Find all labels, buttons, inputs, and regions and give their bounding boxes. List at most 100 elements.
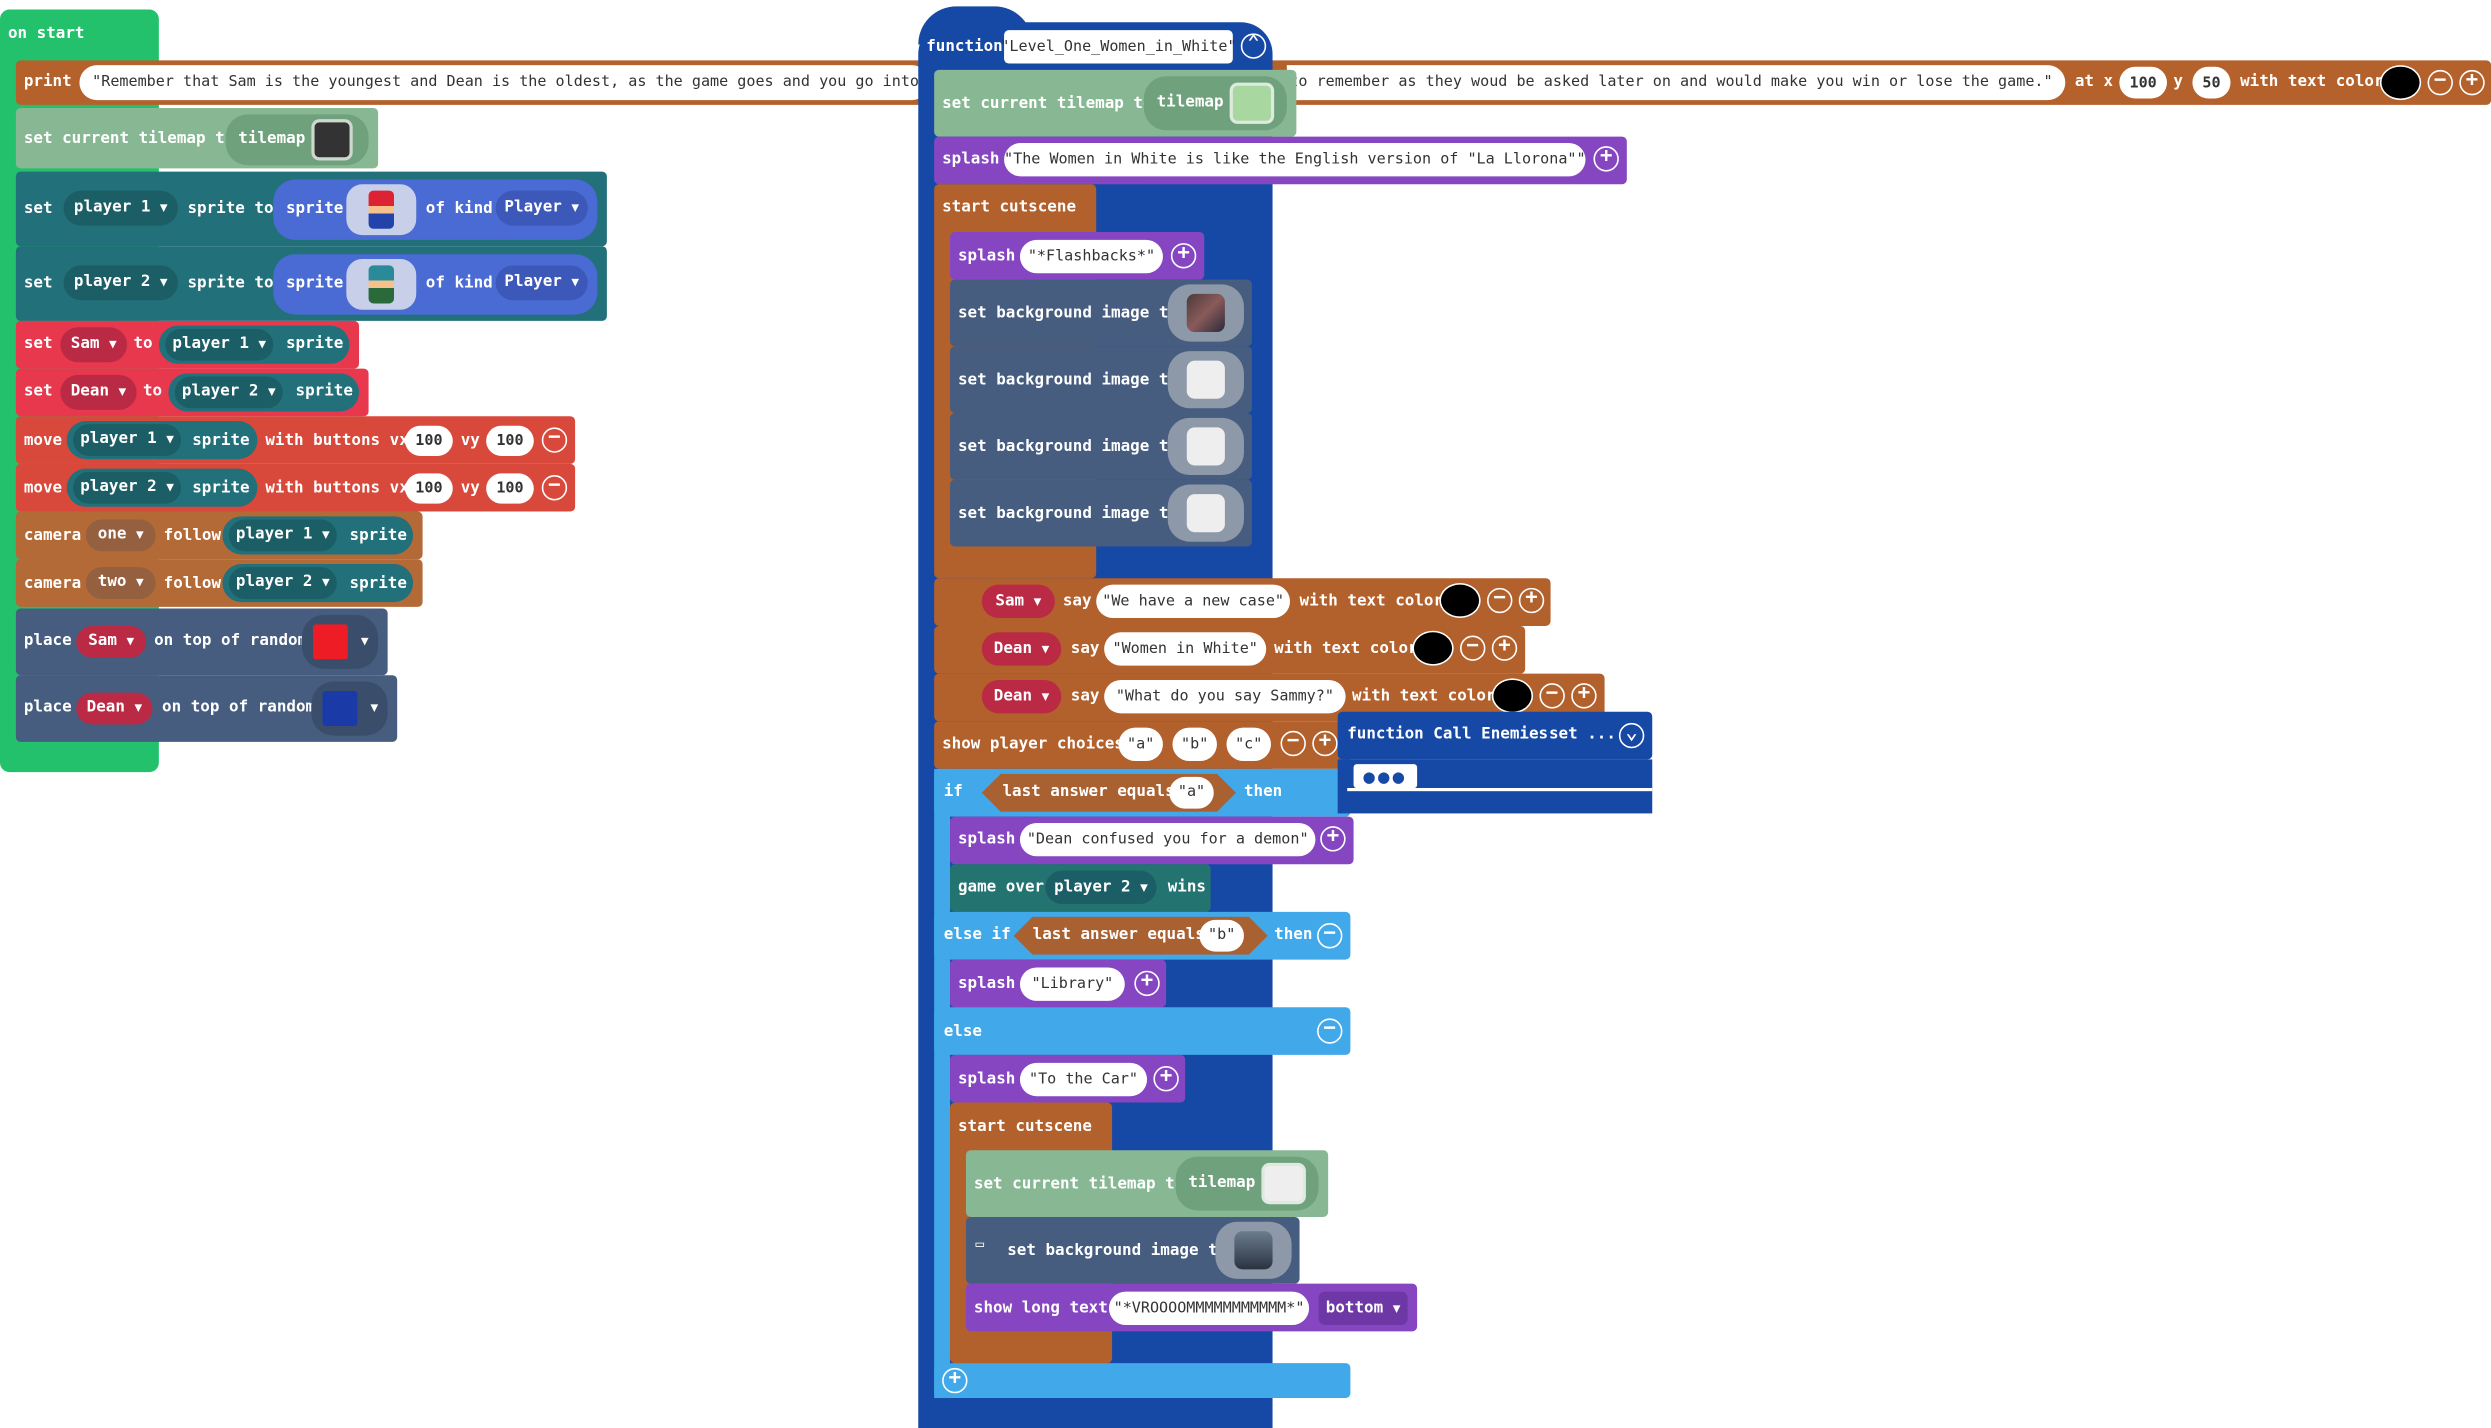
player1-var-label: player 1 (73, 198, 151, 217)
print-color-swatch[interactable] (2379, 65, 2422, 101)
choice-c-field[interactable]: "c" (1226, 727, 1271, 761)
player1-var-dropdown[interactable]: player 1 ▼ (63, 190, 178, 226)
print-keyword: print (23, 73, 72, 91)
tilemap-thumbnail[interactable] (311, 119, 353, 161)
player2-dropdown[interactable]: player 2 ▼ (1045, 870, 1157, 904)
to-label: to (133, 335, 153, 353)
dean-var-dropdown[interactable]: Dean ▼ (76, 692, 153, 725)
print-text-field-tail[interactable]: "d to remember as they woud be asked lat… (1262, 65, 2066, 101)
background-image-thumbnail (1186, 494, 1225, 533)
kind-dropdown[interactable]: Player ▼ (495, 190, 588, 226)
function-name-field[interactable]: "Level_One_Women_in_White" (1000, 30, 1237, 64)
add-param-icon[interactable]: + (1518, 588, 1545, 614)
place-keyword: place (23, 699, 72, 717)
if-block-footer[interactable] (934, 1363, 1351, 1399)
player1-sprite-thumbnail[interactable] (346, 184, 417, 236)
add-branch-icon[interactable]: + (942, 1367, 968, 1394)
dean-var-dropdown[interactable]: Dean ▼ (981, 679, 1062, 714)
else-block[interactable] (934, 1007, 1351, 1055)
kind-dropdown[interactable]: Player ▼ (495, 265, 588, 301)
splash-text-field[interactable]: "The Women in White is like the English … (1004, 142, 1586, 177)
splash-text-field[interactable]: "To the Car" (1019, 1062, 1148, 1097)
set-tilemap-label: set current tilemap to (973, 1175, 1185, 1194)
print-y-input[interactable]: 50 (2192, 66, 2231, 99)
choice-a-field[interactable]: "a" (1118, 727, 1163, 761)
say-text-field[interactable]: "We have a new case" (1096, 584, 1291, 619)
expand-icon[interactable]: ⌄ (1618, 722, 1645, 749)
collapsed-content-ellipsis[interactable]: ●●● (1353, 764, 1418, 788)
set-background-label: set background image to (1007, 1242, 1228, 1260)
player2-dropdown[interactable]: player 2 ▼ (228, 567, 337, 599)
last-answer-equals-label: last answer equals (1002, 783, 1175, 801)
answer-value-field[interactable]: "a" (1169, 776, 1214, 809)
tilemap-thumbnail[interactable] (1261, 1162, 1306, 1205)
vy-input[interactable]: 100 (486, 425, 534, 456)
splash-keyword: splash (957, 830, 1016, 849)
sam-var-dropdown[interactable]: Sam ▼ (76, 625, 147, 658)
say-label: say (1062, 592, 1092, 611)
splash-keyword: splash (957, 1070, 1016, 1089)
print-x-input[interactable]: 100 (2119, 66, 2167, 99)
say-text-field[interactable]: "What do you say Sammy?" (1104, 679, 1346, 714)
chevron-down-icon: ▼ (108, 336, 117, 352)
remove-param-icon[interactable]: − (2427, 70, 2453, 96)
collapse-icon[interactable]: ⌃ (1240, 33, 1267, 59)
remove-param-icon[interactable]: − (1487, 588, 1513, 614)
camera-two-dropdown[interactable]: two ▼ (85, 567, 156, 599)
position-dropdown[interactable]: bottom ▼ (1318, 1291, 1408, 1325)
vy-input[interactable]: 100 (486, 473, 534, 504)
chevron-down-icon: ▼ (1033, 593, 1042, 608)
text-color-swatch[interactable] (1491, 678, 1534, 714)
print-text-field[interactable]: "Remember that Sam is the youngest and D… (79, 65, 964, 101)
dean-var-dropdown[interactable]: Dean ▼ (981, 632, 1062, 666)
add-param-icon[interactable]: + (1491, 635, 1518, 661)
tilemap-thumbnail[interactable] (1229, 82, 1275, 124)
camera-one-dropdown[interactable]: one ▼ (85, 519, 156, 552)
add-param-icon[interactable]: + (2459, 70, 2485, 96)
player1-dropdown[interactable]: player 1 ▼ (228, 519, 337, 552)
sprite-label: sprite (295, 382, 353, 401)
text-color-swatch[interactable] (1412, 630, 1454, 666)
remove-param-icon[interactable]: − (1539, 683, 1565, 709)
tilemap-pill-label: tilemap (1188, 1174, 1256, 1192)
add-param-icon[interactable]: + (1312, 731, 1338, 757)
add-param-icon[interactable]: + (1571, 683, 1597, 709)
tilemap-pill-label: tilemap (238, 130, 306, 148)
player1-dropdown[interactable]: player 1 ▼ (165, 328, 274, 361)
remove-param-icon[interactable]: − (1280, 731, 1306, 757)
remove-branch-icon[interactable]: − (1317, 1018, 1343, 1044)
add-param-icon[interactable]: + (1593, 146, 1619, 172)
add-param-icon[interactable]: + (1134, 970, 1160, 997)
vx-input[interactable]: 100 (405, 473, 453, 504)
splash-text-field[interactable]: "Library" (1019, 967, 1125, 1001)
add-param-icon[interactable]: + (1153, 1066, 1179, 1092)
splash-text-field[interactable]: "Dean confused you for a demon" (1019, 822, 1316, 857)
then-label: then (1274, 926, 1313, 944)
start-cutscene-label: start cutscene (957, 1118, 1092, 1136)
text-color-swatch[interactable] (1439, 583, 1481, 619)
add-param-icon[interactable]: + (1320, 826, 1346, 852)
say-text-field[interactable]: "Women in White" (1104, 632, 1267, 666)
dean-var-dropdown[interactable]: Dean ▼ (60, 374, 137, 410)
sprite-label: sprite (285, 335, 344, 353)
remove-param-icon[interactable]: − (1460, 635, 1486, 661)
sam-var-dropdown[interactable]: Sam ▼ (60, 327, 128, 363)
long-text-field[interactable]: "*VROOOOMMMMMMMMMMM*" (1108, 1291, 1310, 1325)
answer-value-field[interactable]: "b" (1199, 919, 1244, 952)
remove-param-icon[interactable]: − (541, 427, 568, 453)
sam-var-dropdown[interactable]: Sam ▼ (981, 584, 1055, 619)
remove-branch-icon[interactable]: − (1317, 923, 1343, 949)
player2-dropdown[interactable]: player 2 ▼ (174, 376, 283, 409)
vx-input[interactable]: 100 (405, 425, 453, 456)
sam-var-label: Sam (88, 632, 117, 650)
else-keyword: else (943, 1023, 982, 1041)
splash-text-field[interactable]: "*Flashbacks*" (1019, 239, 1163, 274)
remove-param-icon[interactable]: − (541, 475, 568, 501)
add-param-icon[interactable]: + (1170, 243, 1197, 269)
player2-sprite-thumbnail[interactable] (346, 258, 417, 310)
player1-dropdown[interactable]: player 1 ▼ (73, 424, 182, 456)
comment-icon[interactable]: ▭ (975, 1236, 984, 1255)
player2-var-dropdown[interactable]: player 2 ▼ (63, 265, 178, 301)
choice-b-field[interactable]: "b" (1172, 727, 1217, 761)
player2-dropdown[interactable]: player 2 ▼ (73, 471, 182, 504)
